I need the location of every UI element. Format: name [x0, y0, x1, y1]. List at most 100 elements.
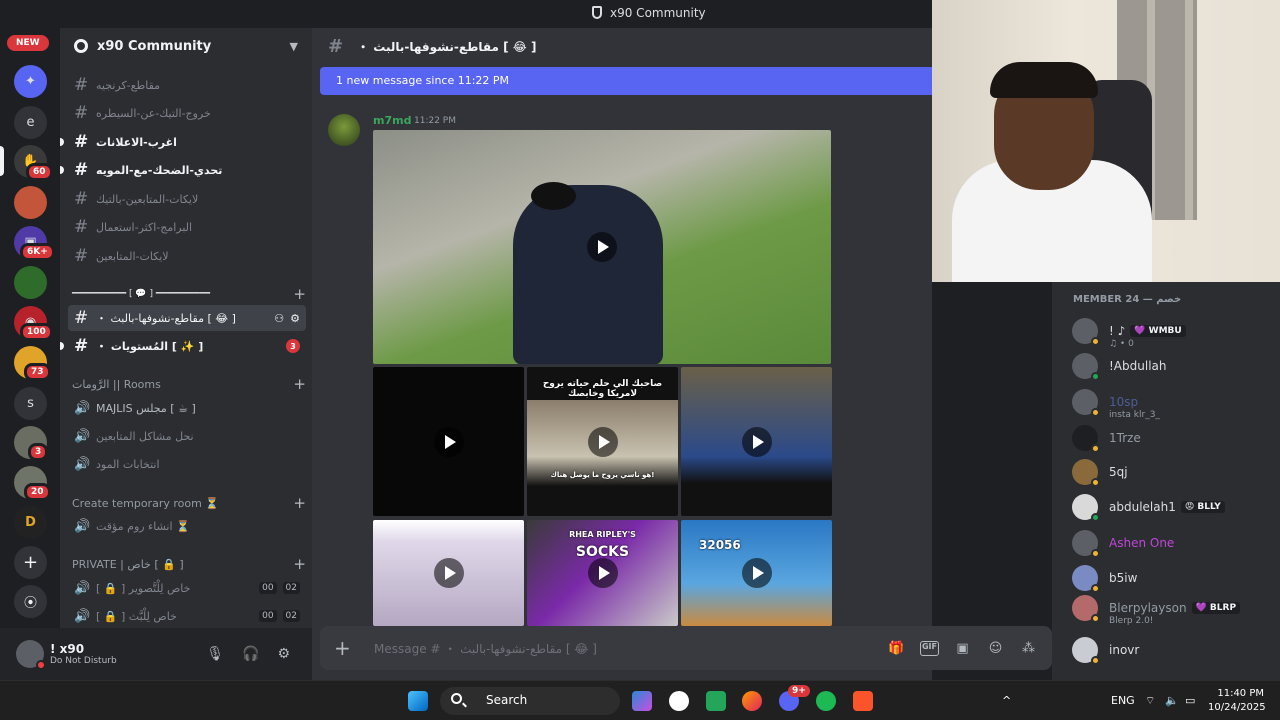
add-attachment-icon[interactable]: +	[334, 636, 362, 660]
new-messages-bar[interactable]: 1 new message since 11:22 PM	[320, 67, 932, 95]
member-item[interactable]: 10sp insta klr_3_	[1072, 386, 1272, 420]
chevron-up-icon[interactable]: ^	[1002, 694, 1011, 707]
category-temp[interactable]: Create temporary room ⏳ +	[72, 494, 306, 512]
play-icon[interactable]	[741, 558, 772, 588]
add-channel-icon[interactable]: +	[293, 494, 306, 512]
emoji-icon[interactable]: ☺	[986, 641, 1005, 656]
play-icon[interactable]	[587, 232, 617, 262]
avatar[interactable]	[16, 640, 46, 670]
system-clock[interactable]: 11:40 PM 10/24/2025	[1208, 687, 1266, 715]
member-item[interactable]: b5iw	[1072, 562, 1272, 594]
copilot-icon[interactable]	[632, 691, 652, 711]
app-green-icon[interactable]	[706, 691, 726, 711]
channel-item[interactable]: # لايكات-المتابعين-بالتيك	[68, 186, 306, 212]
gear-icon[interactable]: ⚙	[290, 312, 300, 325]
direct-messages-button[interactable]: ✦	[14, 65, 47, 98]
video-attachment[interactable]: RHEA RIPLEY'S SOCKS	[527, 520, 678, 626]
server-diggers[interactable]: D	[14, 506, 47, 539]
voice-channel[interactable]: 🔊 MAJLIS مجلس [ ☕ ]	[68, 395, 306, 421]
message-author[interactable]: m7md	[373, 114, 411, 127]
add-channel-icon[interactable]: +	[293, 555, 306, 573]
settings-gear-icon[interactable]: ⚙	[277, 646, 290, 662]
category-divider[interactable]: ━━━━━━━━━━ [ 💬 ] ━━━━━━━━━━ +	[72, 285, 306, 303]
member-item[interactable]: !Abdullah	[1072, 350, 1272, 382]
search-icon	[451, 693, 462, 704]
member-tag: 😡 BLLY	[1180, 501, 1225, 513]
discover-button[interactable]: ⦿	[14, 585, 47, 618]
channel-item-levels[interactable]: # ・ المُستويات [ ✨ ] 3	[60, 333, 306, 359]
category-rooms[interactable]: الرَّومات || Rooms +	[72, 375, 306, 393]
member-activity: Blerp 2.0!	[1109, 616, 1154, 626]
wifi-icon[interactable]: ⌔	[1145, 694, 1155, 708]
user-info[interactable]: ! x90 Do Not Disturb	[50, 642, 117, 666]
member-item[interactable]: 1Trze	[1072, 422, 1272, 454]
voice-channel[interactable]: 🔊 انشاء روم مؤقت ⏳	[68, 513, 306, 539]
server-e[interactable]: e	[14, 106, 47, 139]
video-attachment[interactable]: صاحبك الي حلم حياته يروح لامريكا وخابصك …	[527, 367, 678, 516]
apps-icon[interactable]: ⁂	[1019, 641, 1038, 656]
obs-icon[interactable]	[669, 691, 689, 711]
add-server-button[interactable]: +	[14, 546, 47, 579]
language-indicator[interactable]: ENG	[1111, 694, 1135, 707]
member-item[interactable]: abdulelah1 😡 BLLY	[1072, 491, 1272, 523]
channel-item[interactable]: # اغرب-الاعلانات	[60, 129, 306, 155]
author-avatar[interactable]	[328, 114, 360, 146]
play-icon[interactable]	[433, 558, 464, 588]
member-item[interactable]: Ashen One	[1072, 527, 1272, 559]
server-avatar-2[interactable]	[14, 186, 47, 219]
window-title: x90 Community	[592, 6, 706, 20]
member-item[interactable]: Blerpylayson 💜 BLRP Blerp 2.0!	[1072, 592, 1272, 626]
headphones-icon[interactable]: 🎧	[242, 646, 259, 662]
firefox-icon[interactable]	[742, 691, 762, 711]
gift-icon[interactable]: 🎁	[887, 641, 906, 656]
server-s[interactable]: s	[14, 387, 47, 420]
taskbar: Search 9+ ^ ENG ⌔ 🔈 ▭ 11:40 PM 10/24/202…	[0, 680, 1280, 720]
brave-icon[interactable]	[853, 691, 873, 711]
battery-icon[interactable]: ▭	[1185, 694, 1195, 707]
hash-icon: #	[74, 217, 89, 237]
play-icon[interactable]	[741, 426, 772, 457]
member-item[interactable]: inovr	[1072, 634, 1272, 666]
member-item[interactable]: 5qj	[1072, 456, 1272, 488]
channel-item[interactable]: # تحدي-الضحك-مع-المويه	[60, 157, 306, 183]
invite-icon[interactable]: ⚇	[274, 312, 284, 325]
spotify-icon[interactable]	[816, 691, 836, 711]
message-composer[interactable]: + Message # ・ مقاطع-نشوفها-بالبث [ 😂 ] 🎁…	[320, 626, 1052, 670]
video-attachment[interactable]	[373, 520, 524, 626]
video-attachment[interactable]	[373, 130, 831, 364]
message-input[interactable]: Message # ・ مقاطع-نشوفها-بالبث [ 😂 ]	[374, 640, 597, 657]
guild-header[interactable]: x90 Community ▼	[60, 28, 312, 64]
play-icon[interactable]	[587, 426, 618, 457]
voice-channel[interactable]: 🔊 انتخابات المود	[68, 451, 306, 477]
avatar	[1072, 459, 1100, 487]
channel-item[interactable]: # لايكات-المتابعين	[68, 243, 306, 269]
taskbar-search[interactable]: Search	[440, 687, 620, 715]
hash-icon: #	[74, 103, 89, 123]
avatar	[1072, 389, 1100, 417]
windows-start-icon[interactable]	[408, 691, 428, 711]
new-badge: NEW	[7, 35, 49, 51]
member-item[interactable]: ! ♪ 💜 WMBU ♫ • 0	[1072, 315, 1272, 349]
member-tag: 💜 WMBU	[1130, 325, 1186, 337]
microphone-icon[interactable]: 🎙	[206, 646, 224, 662]
voice-channel[interactable]: 🔊[ 🔒 ] خاص لِلْبَّث 00 02	[68, 603, 306, 629]
gif-icon[interactable]: GIF	[920, 640, 939, 656]
video-attachment[interactable]	[681, 367, 832, 516]
voice-channel[interactable]: 🔊[ 🔒 ] خاص لِلْتَّصوير 00 02	[68, 575, 306, 601]
channel-item[interactable]: # البرامج-اكثر-استعمال	[68, 214, 306, 240]
play-icon[interactable]	[587, 558, 618, 588]
video-attachment[interactable]: 32056	[681, 520, 832, 626]
add-channel-icon[interactable]: +	[293, 285, 306, 303]
channel-item-active[interactable]: # ・ مقاطع-نشوفها-بالبث [ 😂 ] ⚇ ⚙	[68, 305, 306, 331]
video-attachment[interactable]	[373, 367, 524, 516]
chat-header: # ・ مقاطع-نشوفها-بالبث [ 😂 ]	[328, 35, 537, 57]
category-private[interactable]: PRIVATE | خاص [ 🔒 ] +	[72, 555, 306, 573]
channel-item[interactable]: # مقاطع-كرنجيه	[68, 72, 306, 98]
add-channel-icon[interactable]: +	[293, 375, 306, 393]
server-avatar-4[interactable]	[14, 266, 47, 299]
play-icon[interactable]	[433, 426, 464, 457]
volume-icon[interactable]: 🔈	[1165, 694, 1179, 707]
channel-item[interactable]: # خروج-التيك-عن-السيطره	[68, 100, 306, 126]
sticker-icon[interactable]: ▣	[953, 641, 972, 656]
voice-channel[interactable]: 🔊 نحل مشاكل المتابعين	[68, 423, 306, 449]
